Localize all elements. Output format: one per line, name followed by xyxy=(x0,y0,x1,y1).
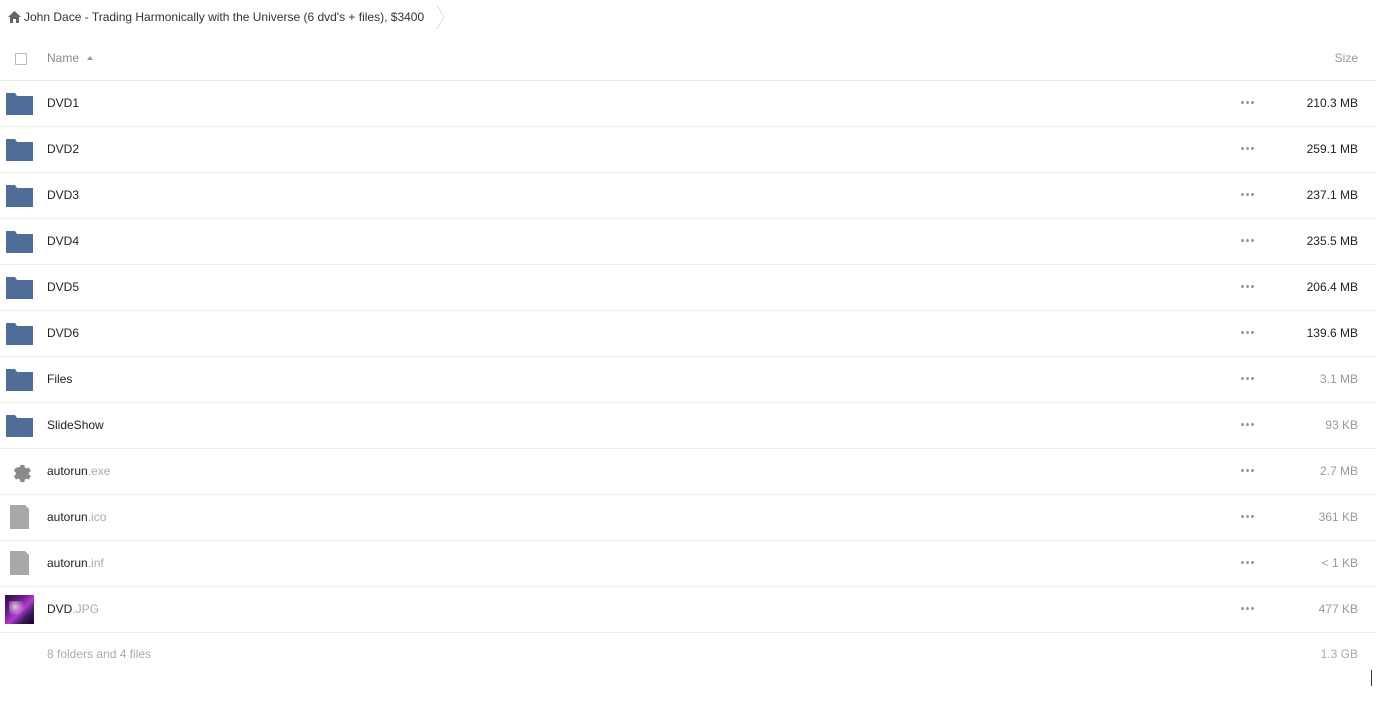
more-options-icon[interactable] xyxy=(1241,101,1257,107)
folder-icon xyxy=(6,275,33,299)
file-row[interactable]: SlideShow 93 KB xyxy=(0,403,1376,449)
file-row[interactable]: DVD3 237.1 MB xyxy=(0,173,1376,219)
more-options-icon[interactable] xyxy=(1241,147,1257,153)
file-extension: .JPG xyxy=(72,602,100,616)
file-basename: autorun xyxy=(47,464,88,478)
file-name[interactable]: DVD1 xyxy=(47,96,79,110)
file-basename: DVD3 xyxy=(47,188,80,202)
file-extension: .inf xyxy=(87,556,104,570)
file-name[interactable]: DVD6 xyxy=(47,326,79,340)
file-name[interactable]: DVD4 xyxy=(47,234,79,248)
file-size: 237.1 MB xyxy=(1306,188,1358,202)
size-column-header[interactable]: Size xyxy=(1335,51,1358,65)
file-row[interactable]: DVD2 259.1 MB xyxy=(0,127,1376,173)
file-row[interactable]: DVD1 210.3 MB xyxy=(0,81,1376,127)
more-options-icon[interactable] xyxy=(1241,331,1257,337)
file-icon xyxy=(6,551,33,575)
file-name[interactable]: autorun.exe xyxy=(47,464,110,478)
more-options-icon[interactable] xyxy=(1241,193,1257,199)
folder-icon xyxy=(6,413,33,437)
file-row[interactable]: DVD5 206.4 MB xyxy=(0,265,1376,311)
more-options-icon[interactable] xyxy=(1241,423,1257,429)
file-extension: .exe xyxy=(87,464,111,478)
file-row[interactable]: DVD6 139.6 MB xyxy=(0,311,1376,357)
file-name[interactable]: autorun.ico xyxy=(47,510,106,524)
file-size: 361 KB xyxy=(1318,510,1358,524)
file-list: DVD1 210.3 MB DVD2 259.1 MB DVD3 237.1 M… xyxy=(0,81,1376,633)
file-name[interactable]: DVD3 xyxy=(47,188,79,202)
file-name[interactable]: SlideShow xyxy=(47,418,104,432)
more-options-icon[interactable] xyxy=(1241,515,1257,521)
breadcrumb-folder-label[interactable]: John Dace - Trading Harmonically with th… xyxy=(24,9,424,25)
file-extension: .ico xyxy=(87,510,107,524)
text-cursor xyxy=(1371,670,1376,686)
more-options-icon[interactable] xyxy=(1241,561,1257,567)
more-options-icon[interactable] xyxy=(1241,469,1257,475)
file-name[interactable]: autorun.inf xyxy=(47,556,104,570)
file-basename: DVD5 xyxy=(47,280,80,294)
file-basename: DVD2 xyxy=(47,142,80,156)
more-options-icon[interactable] xyxy=(1241,377,1257,383)
file-row[interactable]: autorun.ico 361 KB xyxy=(0,495,1376,541)
chevron-right-icon xyxy=(436,4,445,30)
file-name[interactable]: Files xyxy=(47,372,72,386)
file-size: 93 KB xyxy=(1325,418,1358,432)
file-row[interactable]: Files 3.1 MB xyxy=(0,357,1376,403)
file-basename: autorun xyxy=(47,556,88,570)
more-options-icon[interactable] xyxy=(1241,607,1257,613)
file-icon xyxy=(6,505,33,529)
file-list-summary: 8 folders and 4 files 1.3 GB xyxy=(0,640,1376,670)
file-size: 210.3 MB xyxy=(1306,96,1358,110)
file-basename: DVD4 xyxy=(47,234,80,248)
file-row[interactable]: autorun.exe 2.7 MB xyxy=(0,449,1376,495)
summary-total-size: 1.3 GB xyxy=(1320,647,1358,661)
file-basename: DVD xyxy=(47,602,73,616)
summary-count: 8 folders and 4 files xyxy=(47,647,152,661)
file-size: 139.6 MB xyxy=(1306,326,1358,340)
file-basename: autorun xyxy=(47,510,88,524)
file-row[interactable]: autorun.inf < 1 KB xyxy=(0,541,1376,587)
file-row[interactable]: DVD.JPG 477 KB xyxy=(0,587,1376,633)
folder-icon xyxy=(6,183,33,207)
folder-icon xyxy=(6,321,33,345)
folder-icon xyxy=(6,229,33,253)
file-size: 2.7 MB xyxy=(1319,464,1358,478)
file-size: 477 KB xyxy=(1318,602,1358,616)
file-size: 259.1 MB xyxy=(1306,142,1358,156)
sort-ascending-icon[interactable] xyxy=(87,56,93,60)
file-basename: SlideShow xyxy=(47,418,104,432)
file-basename: Files xyxy=(47,372,73,386)
more-options-icon[interactable] xyxy=(1241,285,1257,291)
folder-icon xyxy=(6,137,33,161)
file-basename: DVD1 xyxy=(47,96,80,110)
folder-icon xyxy=(6,367,33,391)
file-basename: DVD6 xyxy=(47,326,80,340)
name-column-header[interactable]: Name xyxy=(47,51,79,65)
file-size: 206.4 MB xyxy=(1306,280,1358,294)
image-thumbnail[interactable] xyxy=(5,595,34,624)
file-name[interactable]: DVD5 xyxy=(47,280,79,294)
file-name[interactable]: DVD2 xyxy=(47,142,79,156)
file-list-header: Name Size xyxy=(0,36,1376,81)
gear-icon xyxy=(6,459,33,483)
file-row[interactable]: DVD4 235.5 MB xyxy=(0,219,1376,265)
home-icon[interactable] xyxy=(8,11,21,23)
more-options-icon[interactable] xyxy=(1241,239,1257,245)
file-name[interactable]: DVD.JPG xyxy=(47,602,99,616)
file-size: 235.5 MB xyxy=(1306,234,1358,248)
select-all-checkbox[interactable] xyxy=(15,53,27,65)
file-size: 3.1 MB xyxy=(1319,372,1358,386)
file-size: < 1 KB xyxy=(1321,556,1358,570)
folder-icon xyxy=(6,91,33,115)
